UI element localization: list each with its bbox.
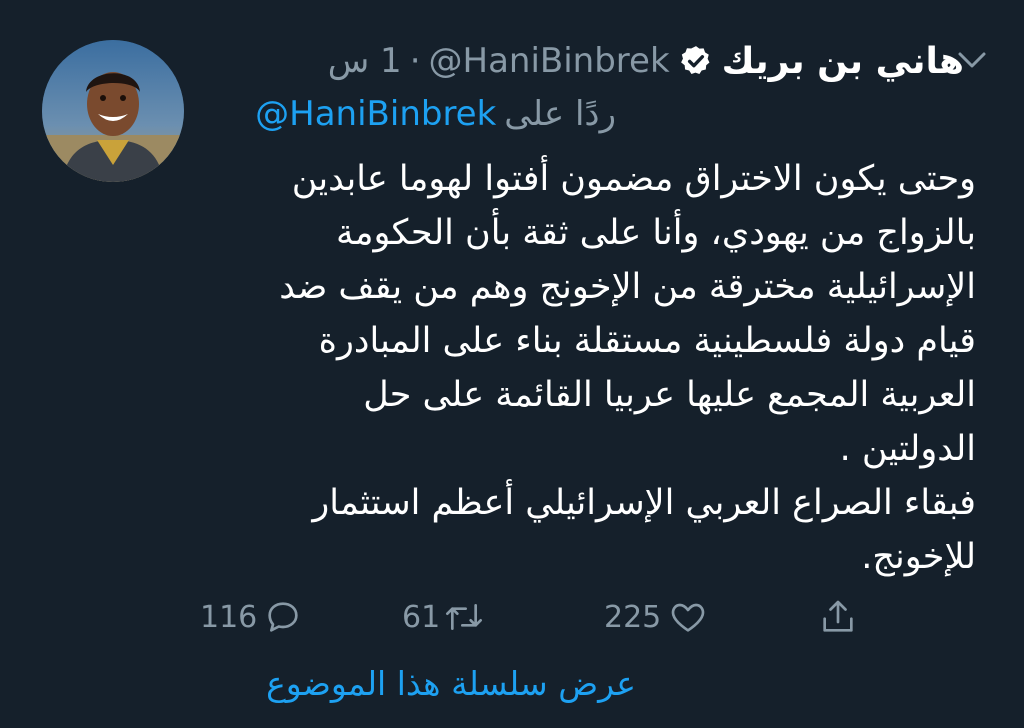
- separator-dot: ·: [409, 41, 421, 81]
- chevron-down-icon[interactable]: [952, 42, 992, 78]
- verified-badge-icon: [676, 41, 716, 81]
- show-thread-link[interactable]: عرض سلسلة هذا الموضوع: [206, 664, 636, 703]
- share-icon: [823, 600, 853, 632]
- tweet-text: وحتى يكون الاختراق مضمون أفتوا لهوما عاب…: [279, 159, 976, 577]
- avatar[interactable]: [42, 40, 184, 182]
- retweet-icon: [446, 604, 483, 630]
- replying-to: ردًا على @HaniBinbrek: [255, 92, 616, 136]
- reply-button[interactable]: 116: [200, 592, 303, 642]
- tweet-header: هاني بن بريك @HaniBinbrek · 1 س: [200, 36, 964, 86]
- heart-icon: [671, 603, 705, 632]
- retweet-button[interactable]: 61: [402, 592, 486, 642]
- like-count: 225: [604, 599, 662, 635]
- tweet-actions: 116 61 225: [190, 592, 890, 642]
- tweet-card: هاني بن بريك @HaniBinbrek · 1 س ردًا على…: [0, 0, 1024, 728]
- display-name[interactable]: هاني بن بريك: [722, 41, 964, 82]
- reply-icon: [268, 602, 298, 632]
- avatar-image: [42, 40, 184, 182]
- replying-to-label: ردًا على: [504, 94, 616, 134]
- reply-count: 116: [200, 599, 258, 635]
- like-button[interactable]: 225: [604, 592, 709, 642]
- share-button[interactable]: [818, 592, 858, 642]
- user-handle[interactable]: @HaniBinbrek: [429, 41, 670, 81]
- replying-to-handle[interactable]: @HaniBinbrek: [255, 94, 496, 134]
- tweet-timestamp[interactable]: 1 س: [328, 41, 402, 81]
- retweet-count: 61: [402, 599, 441, 635]
